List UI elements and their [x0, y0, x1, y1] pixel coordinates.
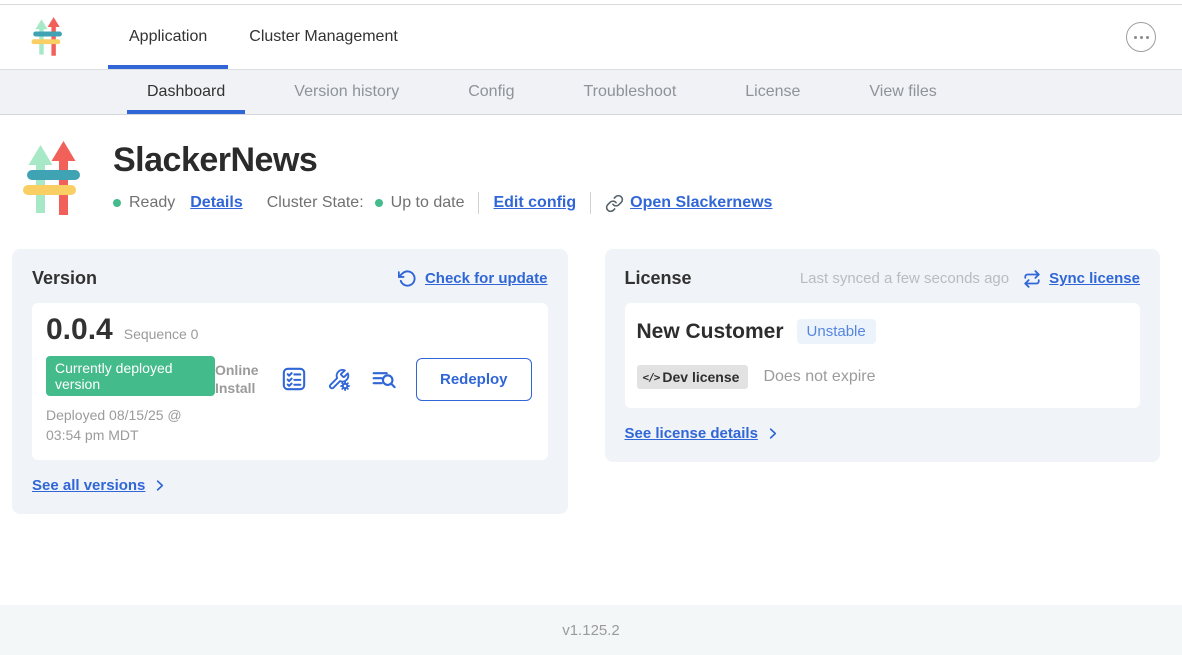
refresh-icon [398, 269, 417, 288]
edit-config-link[interactable]: Edit config [493, 194, 576, 212]
subnav-view-files-label: View files [869, 83, 936, 101]
status-details-link[interactable]: Details [190, 194, 242, 212]
app-status-row: Ready Details Cluster State: Up to date … [113, 192, 772, 214]
see-license-details-link[interactable]: See license details [625, 425, 1141, 442]
code-icon: </> [643, 371, 660, 384]
primary-nav: Application Cluster Management [108, 5, 419, 69]
subnav-version-history-label: Version history [294, 83, 399, 101]
version-card-title: Version [32, 268, 97, 289]
subnav-view-files[interactable]: View files [849, 70, 956, 114]
deployed-timestamp: Deployed 08/15/25 @ 03:54 pm MDT [46, 405, 215, 446]
ellipsis-icon [1134, 36, 1137, 39]
deploy-logs-icon[interactable] [371, 366, 397, 392]
tab-cluster-management-label: Cluster Management [249, 28, 398, 46]
subnav-config[interactable]: Config [448, 70, 534, 114]
chevron-right-icon [765, 426, 780, 441]
check-for-update-link[interactable]: Check for update [398, 269, 548, 288]
subnav-config-label: Config [468, 83, 514, 101]
open-app-link-label: Open Slackernews [630, 194, 772, 212]
subnav-troubleshoot[interactable]: Troubleshoot [563, 70, 696, 114]
open-app-link[interactable]: Open Slackernews [605, 194, 772, 213]
divider [478, 192, 479, 214]
install-type-label: Online Install [215, 361, 262, 397]
sync-arrows-icon [1023, 270, 1041, 288]
subnav-troubleshoot-label: Troubleshoot [583, 83, 676, 101]
customer-name: New Customer [637, 320, 784, 344]
redeploy-button[interactable]: Redeploy [416, 358, 532, 401]
see-license-details-label: See license details [625, 425, 758, 442]
license-panel: New Customer Unstable </> Dev license Do… [625, 303, 1141, 408]
config-wrench-icon[interactable] [326, 366, 352, 392]
preflight-checks-icon[interactable] [281, 366, 307, 392]
replicated-arrows-logo-icon [30, 16, 64, 58]
tab-application-label: Application [129, 28, 207, 46]
chevron-right-icon [152, 478, 167, 493]
subnav-license-label: License [745, 83, 800, 101]
dashboard-cards: Version Check for update 0.0.4 Sequence … [12, 249, 1160, 514]
license-type-badge: </> Dev license [637, 365, 749, 389]
app-header: SlackerNews Ready Details Cluster State:… [0, 115, 1182, 219]
app-status-dot [113, 199, 121, 207]
license-type-label: Dev license [662, 369, 739, 385]
subnav-license[interactable]: License [725, 70, 820, 114]
app-subnav: Dashboard Version history Config Trouble… [0, 69, 1182, 115]
check-for-update-label: Check for update [425, 270, 548, 287]
version-card: Version Check for update 0.0.4 Sequence … [12, 249, 568, 514]
more-options-button[interactable] [1126, 22, 1156, 52]
version-number: 0.0.4 [46, 313, 113, 347]
top-header: Application Cluster Management [0, 5, 1182, 69]
cluster-state-label: Cluster State: [267, 194, 364, 212]
cluster-state-value: Up to date [391, 194, 465, 212]
divider [590, 192, 591, 214]
chain-link-icon [605, 194, 624, 213]
last-synced-text: Last synced a few seconds ago [800, 270, 1009, 287]
license-expiration: Does not expire [763, 368, 875, 386]
subnav-version-history[interactable]: Version history [274, 70, 419, 114]
cluster-state-dot [375, 199, 383, 207]
version-sequence: Sequence 0 [124, 326, 199, 342]
app-footer: v1.125.2 [0, 605, 1182, 655]
app-status-label: Ready [129, 194, 175, 212]
see-all-versions-label: See all versions [32, 477, 145, 494]
main-content: SlackerNews Ready Details Cluster State:… [0, 115, 1182, 605]
currently-deployed-badge: Currently deployed version [46, 356, 215, 396]
see-all-versions-link[interactable]: See all versions [32, 477, 548, 494]
sync-license-label: Sync license [1049, 270, 1140, 287]
subnav-dashboard-label: Dashboard [147, 83, 225, 101]
console-version: v1.125.2 [562, 622, 620, 639]
tab-application[interactable]: Application [108, 5, 228, 69]
app-title: SlackerNews [113, 141, 772, 180]
sync-license-link[interactable]: Sync license [1023, 270, 1140, 288]
slackernews-logo-icon [22, 139, 80, 219]
license-card-title: License [625, 268, 692, 289]
license-card: License Last synced a few seconds ago Sy… [605, 249, 1161, 462]
current-version-panel: 0.0.4 Sequence 0 Currently deployed vers… [32, 303, 548, 460]
tab-cluster-management[interactable]: Cluster Management [228, 5, 419, 69]
channel-badge: Unstable [797, 319, 876, 344]
subnav-dashboard[interactable]: Dashboard [127, 70, 245, 114]
